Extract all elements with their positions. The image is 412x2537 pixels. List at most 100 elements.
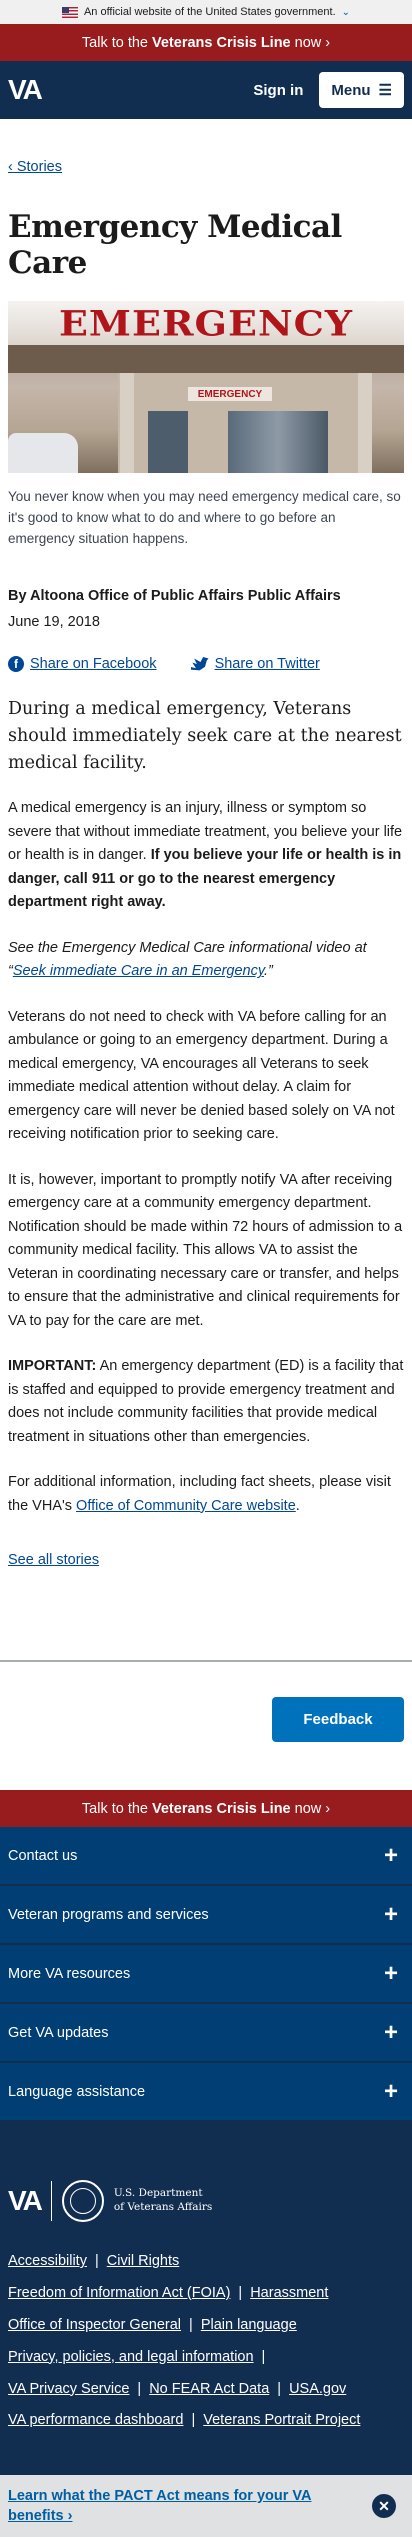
p6-suffix: .	[295, 1497, 300, 1514]
facebook-icon: f	[8, 656, 24, 673]
footer-link[interactable]: Freedom of Information Act (FOIA)	[8, 2285, 230, 2301]
accordion-label: Language assistance	[8, 2083, 146, 2100]
footer-links: Accessibility | Civil Rights Freedom of In…	[0, 2222, 412, 2437]
pillar	[120, 373, 134, 474]
feedback-button[interactable]: Feedback	[272, 1697, 404, 1743]
separator: |	[137, 2380, 142, 2397]
chevron-down-icon[interactable]: ⌄	[342, 7, 350, 18]
separator: |	[191, 2412, 196, 2429]
separator: |	[261, 2348, 266, 2365]
share-facebook-label: Share on Facebook	[30, 656, 157, 673]
small-sign: EMERGENCY	[188, 387, 272, 402]
footer-link-row: Freedom of Information Act (FOIA) | Harass…	[8, 2278, 404, 2310]
share-links: f Share on Facebook Share on Twitter	[0, 656, 412, 673]
see-all-stories-link[interactable]: See all stories	[8, 1552, 99, 1568]
p5-bold: IMPORTANT:	[8, 1358, 97, 1375]
publish-date: June 19, 2018	[8, 614, 100, 631]
accordion-get-updates[interactable]: Get VA updates +	[0, 2004, 412, 2064]
canopy	[8, 345, 404, 374]
footer-link[interactable]: Harassment	[250, 2285, 328, 2301]
breadcrumb-stories-link[interactable]: ‹ Stories	[8, 159, 62, 175]
accordion-label: Contact us	[8, 1847, 78, 1864]
plus-icon: +	[383, 1900, 398, 1928]
door	[148, 411, 188, 474]
crisis-line-banner-footer[interactable]: Talk to the Veterans Crisis Line now ›	[0, 1790, 412, 1828]
plus-icon: +	[383, 2077, 398, 2105]
menu-button[interactable]: Menu ☰	[319, 72, 404, 108]
plus-icon: +	[383, 1959, 398, 1987]
footer-link-row: Office of Inspector General | Plain langua…	[8, 2310, 404, 2342]
accordion-more-resources[interactable]: More VA resources +	[0, 1945, 412, 2005]
footer-link[interactable]: Accessibility	[8, 2253, 87, 2269]
see-all-stories: See all stories	[0, 1552, 412, 1568]
twitter-icon	[190, 657, 209, 671]
crisis-prefix: Talk to the	[81, 1800, 148, 1817]
share-facebook-link[interactable]: f Share on Facebook	[8, 656, 157, 673]
crisis-strong: Veterans Crisis Line	[152, 1800, 291, 1817]
crisis-strong: Veterans Crisis Line	[152, 34, 291, 51]
logo-divider	[50, 2181, 52, 2222]
gov-banner-text: An official website of the United States…	[83, 6, 336, 18]
footer-link-row: Accessibility | Civil Rights	[8, 2246, 404, 2278]
image-caption: You never know when you may need emergen…	[8, 489, 401, 547]
gov-banner[interactable]: An official website of the United States…	[0, 0, 412, 24]
paragraph-2: See the Emergency Medical Care informati…	[0, 937, 412, 984]
accordion-label: Get VA updates	[8, 2024, 109, 2041]
crisis-line-banner[interactable]: Talk to the Veterans Crisis Line now ›	[0, 24, 412, 61]
small-sign-text: EMERGENCY	[197, 388, 263, 400]
dept-name: U.S. Department of Veterans Affairs	[114, 2187, 212, 2214]
footer-link[interactable]: No FEAR Act Data	[149, 2381, 269, 2397]
paragraph-1: A medical emergency is an injury, illnes…	[0, 797, 412, 914]
footer-link[interactable]: Privacy, policies, and legal information	[8, 2349, 254, 2365]
paragraph-4: It is, however, important to promptly no…	[8, 1171, 403, 1329]
close-icon[interactable]: ✕	[372, 2494, 396, 2519]
paragraph-5: IMPORTANT: An emergency department (ED) …	[0, 1355, 412, 1449]
footer-link-row: VA Privacy Service | No FEAR Act Data | USA.…	[8, 2374, 404, 2406]
pact-act-banner: Learn what the PACT Act means for your V…	[0, 2475, 412, 2537]
footer-link[interactable]: Veterans Portrait Project	[203, 2412, 360, 2428]
community-care-link[interactable]: Office of Community Care website	[76, 1498, 296, 1514]
separator: |	[189, 2316, 193, 2333]
accordion-label: Veteran programs and services	[8, 1906, 209, 1923]
separator: |	[277, 2380, 282, 2397]
footer-link[interactable]: Plain language	[201, 2317, 297, 2333]
emergency-sign: EMERGENCY	[8, 301, 404, 346]
pact-act-link[interactable]: Learn what the PACT Act means for your V…	[8, 2486, 328, 2527]
va-logo-footer: VA	[8, 2185, 43, 2217]
p2-suffix: .”	[264, 963, 273, 980]
accordion-label: More VA resources	[8, 1965, 131, 1982]
footer-link[interactable]: VA Privacy Service	[8, 2381, 129, 2397]
share-twitter-link[interactable]: Share on Twitter	[190, 656, 320, 673]
footer-link-row: VA performance dashboard | Veterans Portra…	[8, 2405, 404, 2437]
accordion-language-assistance[interactable]: Language assistance +	[0, 2063, 412, 2123]
accordion-veteran-programs[interactable]: Veteran programs and services +	[0, 1886, 412, 1946]
menu-label: Menu	[331, 81, 371, 99]
hamburger-icon: ☰	[378, 82, 392, 99]
breadcrumb: ‹ Stories	[0, 119, 412, 176]
sign-text: EMERGENCY	[58, 303, 354, 344]
share-twitter-label: Share on Twitter	[214, 656, 320, 673]
chevron-right-icon: ›	[325, 34, 331, 51]
video-link[interactable]: Seek immediate Care in an Emergency	[13, 963, 264, 979]
footer-logo[interactable]: VA U.S. Department of Veterans Affairs	[0, 2122, 412, 2223]
crisis-suffix: now	[294, 34, 322, 51]
footer-link[interactable]: USA.gov	[289, 2381, 346, 2397]
sign-in-button[interactable]: Sign in	[253, 82, 303, 99]
lead-paragraph: During a medical emergency, Veterans sho…	[8, 699, 402, 774]
crisis-suffix: now	[294, 1800, 322, 1817]
divider	[0, 1660, 412, 1663]
dept-line-2: of Veterans Affairs	[113, 2201, 213, 2214]
crisis-prefix: Talk to the	[81, 34, 148, 51]
page-title: Emergency Medical Care	[8, 209, 342, 281]
separator: |	[94, 2253, 99, 2270]
footer-link[interactable]: VA performance dashboard	[8, 2412, 183, 2428]
separator: |	[238, 2284, 243, 2301]
accordion-contact-us[interactable]: Contact us +	[0, 1827, 412, 1887]
footer: Contact us + Veteran programs and service…	[0, 1827, 412, 2537]
chevron-right-icon: ›	[325, 1800, 331, 1817]
us-flag-icon	[61, 6, 78, 18]
footer-link[interactable]: Civil Rights	[107, 2253, 180, 2269]
car	[8, 433, 78, 474]
footer-link[interactable]: Office of Inspector General	[8, 2317, 181, 2333]
va-logo[interactable]: VA	[8, 74, 43, 106]
